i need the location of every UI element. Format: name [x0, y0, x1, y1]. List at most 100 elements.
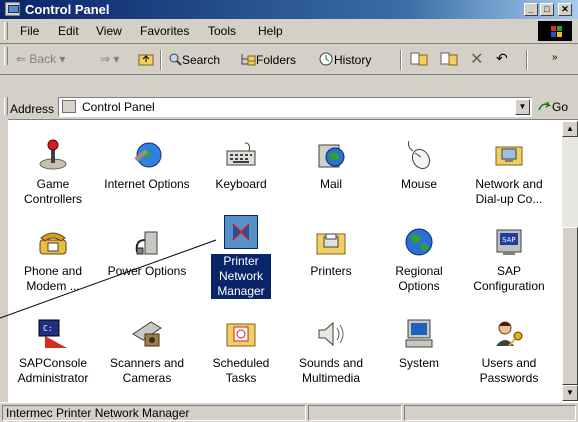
svg-text:SAP: SAP [502, 236, 516, 244]
control-keyboard[interactable]: Keyboard [196, 139, 286, 192]
control-printers[interactable]: Printers [286, 226, 376, 279]
go-button[interactable]: Go [538, 100, 568, 114]
status-pane-3 [404, 405, 576, 421]
toolbar-separator [400, 50, 402, 70]
undo-icon[interactable]: ↶ [496, 50, 508, 67]
back-button[interactable]: ⇐ Back ▾ [16, 52, 65, 66]
scheduled-tasks-icon [225, 318, 257, 350]
network-icon [493, 139, 525, 171]
control-internet-options[interactable]: Internet Options [102, 139, 192, 192]
control-printer-network-manager[interactable]: Printer Network Manager [196, 215, 286, 299]
control-label: Regional Options [395, 264, 443, 293]
toolbar-chevron-icon[interactable]: » [552, 52, 558, 63]
scroll-thumb[interactable] [562, 227, 578, 385]
menu-grip[interactable] [4, 22, 8, 40]
address-field[interactable]: Control Panel ▼ [58, 97, 532, 117]
control-users-passwords[interactable]: Users and Passwords [464, 318, 554, 386]
folders-label: Folders [256, 53, 297, 67]
control-label: Phone and Modem ... [23, 264, 83, 293]
search-button[interactable]: Search [168, 52, 220, 67]
control-label: Users and Passwords [479, 356, 539, 385]
power-plug-icon [131, 226, 163, 258]
up-folder-button[interactable] [138, 52, 154, 69]
scroll-up-button[interactable]: ▲ [562, 121, 578, 137]
control-power-options[interactable]: Power Options [102, 226, 192, 279]
standard-toolbar: ⇐ Back ▾ ⇒ ▾ Search Folders History ✕ ↶ … [0, 44, 578, 75]
move-to-icon [410, 52, 428, 66]
scanner-icon [131, 318, 163, 350]
control-mail[interactable]: Mail [286, 139, 376, 192]
control-mouse[interactable]: Mouse [374, 139, 464, 192]
delete-icon[interactable]: ✕ [470, 49, 483, 69]
move-to-button[interactable] [410, 52, 428, 69]
printer-folder-icon [315, 226, 347, 258]
toolbar-separator [160, 50, 162, 70]
keyboard-icon [225, 139, 257, 171]
close-button[interactable]: ✕ [558, 3, 572, 16]
control-label: Keyboard [215, 177, 267, 191]
up-folder-icon [138, 54, 154, 66]
windows-logo-icon [538, 21, 572, 41]
scroll-down-button[interactable]: ▼ [562, 385, 578, 401]
history-label: History [334, 53, 372, 67]
search-icon [169, 53, 182, 66]
control-label: Sounds and Multimedia [298, 356, 364, 385]
minimize-button[interactable]: _ [524, 3, 538, 16]
printer-network-manager-icon [224, 215, 258, 249]
toolbar-separator [526, 50, 528, 70]
history-icon [319, 52, 333, 66]
control-network-dialup[interactable]: Network and Dial-up Co... [464, 139, 554, 207]
toolbar-grip[interactable] [4, 47, 8, 65]
control-scanners-cameras[interactable]: Scanners and Cameras [102, 318, 192, 386]
control-regional-options[interactable]: Regional Options [374, 226, 464, 294]
copy-to-icon [440, 52, 458, 66]
vertical-scrollbar[interactable]: ▲ ▼ [562, 121, 578, 401]
computer-icon [403, 318, 435, 350]
back-label: Back [29, 52, 57, 66]
folders-icon [241, 54, 256, 66]
go-arrow-icon [538, 101, 552, 111]
address-dropdown-button[interactable]: ▼ [515, 99, 530, 115]
control-label: Internet Options [104, 177, 190, 191]
copy-to-button[interactable] [440, 52, 458, 69]
icon-view: Game Controllers Internet Options Keyboa… [8, 121, 562, 401]
menu-view[interactable]: View [96, 24, 122, 38]
control-scheduled-tasks[interactable]: Scheduled Tasks [196, 318, 286, 386]
control-phone-modem[interactable]: Phone and Modem ... [8, 226, 98, 294]
sap-icon: SAP [493, 226, 525, 258]
history-button[interactable]: History [318, 52, 371, 67]
control-label: System [398, 356, 439, 370]
control-game-controllers[interactable]: Game Controllers [8, 139, 98, 207]
mail-icon [315, 139, 347, 171]
control-label: SAP Configuration [473, 264, 545, 293]
menu-tools[interactable]: Tools [208, 24, 236, 38]
control-panel-window: Control Panel _ □ ✕ File Edit View Favor… [0, 0, 578, 422]
maximize-button[interactable]: □ [540, 3, 554, 16]
console-icon: C: [37, 318, 69, 350]
status-bar: Intermec Printer Network Manager [0, 402, 578, 422]
left-frame [0, 119, 8, 403]
address-label: Address [10, 102, 55, 116]
control-label: Printers [310, 264, 352, 278]
control-panel-icon [62, 100, 76, 113]
control-system[interactable]: System [374, 318, 464, 371]
menu-favorites[interactable]: Favorites [140, 24, 189, 38]
joystick-icon [37, 139, 69, 171]
control-label: SAPConsole Administrator [17, 356, 89, 385]
phone-icon [37, 226, 69, 258]
title-bar[interactable]: Control Panel _ □ ✕ [0, 0, 578, 19]
control-sounds-multimedia[interactable]: Sounds and Multimedia [286, 318, 376, 386]
control-sap-configuration[interactable]: SAP SAP Configuration [464, 226, 554, 294]
control-sapconsole-administrator[interactable]: C: SAPConsole Administrator [8, 318, 98, 386]
globe-tools-icon [131, 139, 163, 171]
control-label: Scanners and Cameras [109, 356, 185, 385]
address-bar: Address Control Panel ▼ Go [0, 75, 578, 120]
forward-button[interactable]: ⇒ ▾ [100, 52, 119, 66]
address-grip[interactable] [4, 97, 8, 115]
menu-help[interactable]: Help [258, 24, 283, 38]
control-label: Mail [319, 177, 342, 191]
go-label: Go [552, 100, 569, 114]
menu-edit[interactable]: Edit [58, 24, 79, 38]
menu-file[interactable]: File [20, 24, 39, 38]
folders-button[interactable]: Folders [240, 52, 296, 67]
